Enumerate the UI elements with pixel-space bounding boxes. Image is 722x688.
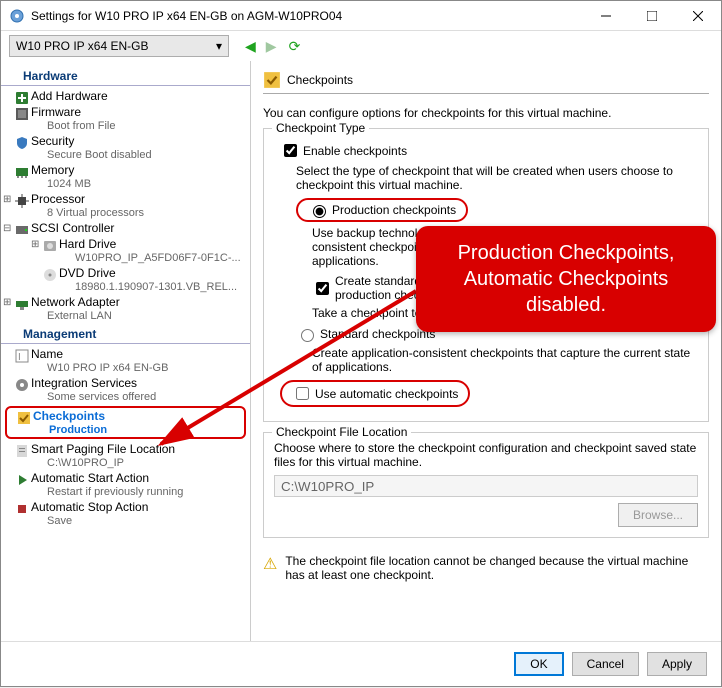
group-title-type: Checkpoint Type: [272, 121, 369, 135]
annotation-callout: Production Checkpoints, Automatic Checkp…: [416, 226, 716, 332]
sidebar-item-network[interactable]: ⊞Network Adapter: [1, 294, 250, 310]
sidebar-sub-start-action: Restart if previously running: [1, 485, 250, 499]
enable-checkpoints-row[interactable]: Enable checkpoints: [280, 141, 698, 160]
panel-title-text: Checkpoints: [287, 73, 353, 87]
chevron-down-icon: ▾: [216, 39, 222, 53]
sidebar-section-hardware: Hardware: [1, 67, 250, 86]
warning-text: The checkpoint file location cannot be c…: [285, 554, 709, 582]
sidebar-sub-processor: 8 Virtual processors: [1, 206, 250, 220]
expand-icon[interactable]: ⊞: [31, 239, 39, 250]
sidebar-item-integration[interactable]: Integration Services: [1, 375, 250, 391]
sidebar-sub-firmware: Boot from File: [1, 119, 250, 133]
content-panel: Checkpoints You can configure options fo…: [251, 61, 721, 641]
close-button[interactable]: [675, 1, 721, 30]
sidebar-sub-paging: C:\W10PRO_IP: [1, 456, 250, 470]
nav-forward-button[interactable]: ▶: [266, 38, 277, 55]
group-title-location: Checkpoint File Location: [272, 425, 411, 439]
sidebar-sub-stop-action: Save: [1, 514, 250, 528]
sidebar-item-hard-drive[interactable]: ⊞Hard Drive: [1, 236, 250, 252]
sidebar-section-management: Management: [1, 325, 250, 344]
expand-icon[interactable]: ⊞: [3, 297, 11, 308]
sidebar-item-checkpoints[interactable]: Checkpoints: [7, 408, 244, 424]
dialog-footer: OK Cancel Apply: [1, 641, 721, 686]
location-desc: Choose where to store the checkpoint con…: [274, 441, 698, 469]
window-controls: [583, 1, 721, 30]
checkpoints-icon: [263, 71, 281, 89]
apply-button[interactable]: Apply: [647, 652, 707, 676]
maximize-button[interactable]: [629, 1, 675, 30]
warning-row: ⚠ The checkpoint file location cannot be…: [263, 554, 709, 582]
sidebar-sub-hard-drive: W10PRO_IP_A5FD06F7-0F1C-...: [1, 251, 250, 265]
sidebar-item-firmware[interactable]: Firmware: [1, 104, 250, 120]
sidebar[interactable]: Hardware Add Hardware Firmware Boot from…: [1, 61, 251, 641]
standard-desc: Create application-consistent checkpoint…: [312, 346, 698, 374]
panel-intro: You can configure options for checkpoint…: [263, 106, 709, 120]
sidebar-sub-name: W10 PRO IP x64 EN-GB: [1, 361, 250, 375]
sidebar-sub-memory: 1024 MB: [1, 177, 250, 191]
production-highlight: Production checkpoints: [296, 198, 468, 222]
auto-checkpoints-checkbox[interactable]: [296, 387, 309, 400]
sidebar-sub-security: Secure Boot disabled: [1, 148, 250, 162]
sidebar-item-add-hardware[interactable]: Add Hardware: [1, 88, 250, 104]
create-standard-checkbox[interactable]: [316, 282, 329, 295]
group-file-location: Checkpoint File Location Choose where to…: [263, 432, 709, 538]
sidebar-item-dvd-drive[interactable]: DVD Drive: [1, 265, 250, 281]
auto-checkpoints-row[interactable]: Use automatic checkpoints: [280, 380, 698, 407]
sidebar-sub-integration: Some services offered: [1, 390, 250, 404]
production-radio[interactable]: [313, 205, 326, 218]
expand-icon[interactable]: ⊞: [3, 194, 11, 205]
sidebar-item-memory[interactable]: Memory: [1, 162, 250, 178]
panel-header: Checkpoints: [263, 69, 709, 94]
reload-button[interactable]: ⟳: [289, 38, 301, 55]
location-path-input[interactable]: [274, 475, 698, 497]
title-bar[interactable]: Settings for W10 PRO IP x64 EN-GB on AGM…: [1, 1, 721, 31]
sidebar-sub-dvd-drive: 18980.1.190907-1301.VB_REL...: [1, 280, 250, 294]
standard-radio[interactable]: [301, 329, 314, 342]
cancel-button[interactable]: Cancel: [572, 652, 639, 676]
browse-button[interactable]: Browse...: [618, 503, 698, 527]
sidebar-item-paging[interactable]: Smart Paging File Location: [1, 441, 250, 457]
sidebar-item-stop-action[interactable]: Automatic Stop Action: [1, 499, 250, 515]
sidebar-item-processor[interactable]: ⊞Processor: [1, 191, 250, 207]
sidebar-sub-network: External LAN: [1, 309, 250, 323]
window-title: Settings for W10 PRO IP x64 EN-GB on AGM…: [31, 9, 583, 23]
nav-back-button[interactable]: ◀: [245, 38, 256, 55]
enable-checkpoints-checkbox[interactable]: [284, 144, 297, 157]
sidebar-item-scsi[interactable]: ⊟SCSI Controller: [1, 220, 250, 236]
sidebar-item-security[interactable]: Security: [1, 133, 250, 149]
vm-selector[interactable]: W10 PRO IP x64 EN-GB ▾: [9, 35, 229, 57]
vm-selector-text: W10 PRO IP x64 EN-GB: [16, 39, 149, 53]
sidebar-item-start-action[interactable]: Automatic Start Action: [1, 470, 250, 486]
settings-icon: [9, 8, 25, 24]
warning-icon: ⚠: [263, 554, 277, 582]
collapse-icon[interactable]: ⊟: [3, 223, 11, 234]
auto-highlight: Use automatic checkpoints: [280, 380, 470, 407]
production-row[interactable]: Production checkpoints: [296, 198, 698, 222]
ok-button[interactable]: OK: [514, 652, 563, 676]
minimize-button[interactable]: [583, 1, 629, 30]
sidebar-item-name[interactable]: IName: [1, 346, 250, 362]
toolbar: W10 PRO IP x64 EN-GB ▾ ◀ ▶ ⟳: [1, 31, 721, 61]
type-desc: Select the type of checkpoint that will …: [296, 164, 698, 192]
sidebar-sub-checkpoints: Production: [7, 423, 244, 437]
sidebar-selection-highlight: Checkpoints Production: [5, 406, 246, 439]
